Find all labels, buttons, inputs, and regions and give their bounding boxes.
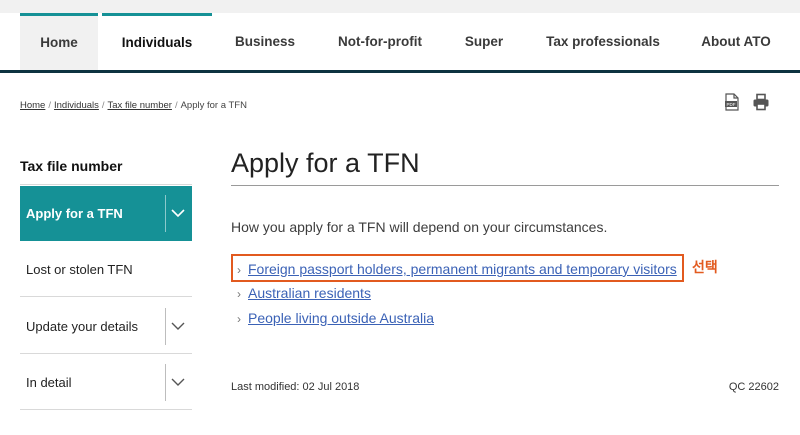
annotation-label: 선택 [692, 259, 718, 275]
link-text[interactable]: Australian residents [248, 285, 371, 301]
sidebar-item-divider [165, 364, 166, 401]
sidebar-item-lost-stolen-tfn[interactable]: Lost or stolen TFN [20, 242, 192, 297]
sidebar-item-update-details[interactable]: Update your details [20, 299, 192, 354]
print-icon[interactable] [752, 93, 770, 111]
breadcrumb-tax-file-number[interactable]: Tax file number [108, 100, 172, 111]
chevron-right-icon: › [237, 263, 241, 277]
sidebar-item-label: Apply for a TFN [26, 206, 123, 221]
breadcrumb-separator: / [48, 100, 51, 111]
nav-super[interactable]: Super [460, 13, 508, 70]
link-australian-residents[interactable]: › Australian residents [237, 285, 371, 301]
nav-not-for-profit[interactable]: Not-for-profit [333, 13, 427, 70]
nav-business[interactable]: Business [228, 13, 302, 70]
sidebar-divider [20, 184, 192, 185]
sidebar-item-divider [165, 308, 166, 345]
intro-text: How you apply for a TFN will depend on y… [231, 219, 608, 235]
link-text[interactable]: Foreign passport holders, permanent migr… [248, 261, 677, 277]
sidebar-item-label: Update your details [26, 319, 139, 334]
qc-number: QC 22602 [728, 381, 779, 393]
nav-tax-professionals[interactable]: Tax professionals [543, 13, 663, 70]
breadcrumb-separator: / [174, 100, 178, 111]
chevron-down-icon[interactable] [170, 375, 186, 389]
link-foreign-passport-holders[interactable]: › Foreign passport holders, permanent mig… [237, 261, 677, 277]
main-nav: Home Individuals Business Not-for-profit… [0, 13, 800, 70]
nav-home[interactable]: Home [20, 13, 98, 70]
sidebar-item-label: In detail [26, 375, 72, 390]
last-modified: Last modified: 02 Jul 2018 [231, 381, 360, 393]
title-divider [231, 185, 779, 186]
breadcrumb: Home / Individuals / Tax file number / Apply f… [20, 100, 247, 111]
pdf-icon[interactable]: PDF [723, 93, 741, 111]
nav-divider [0, 70, 800, 73]
breadcrumb-current: Apply for a TFN [180, 100, 247, 111]
chevron-right-icon: › [237, 287, 241, 301]
sidebar-item-apply-for-tfn[interactable]: Apply for a TFN [20, 186, 192, 241]
breadcrumb-individuals[interactable]: Individuals [54, 100, 99, 111]
sidebar-title: Tax file number [20, 158, 123, 174]
breadcrumb-home[interactable]: Home [20, 100, 45, 111]
nav-individuals[interactable]: Individuals [102, 13, 212, 70]
breadcrumb-separator: / [101, 100, 105, 111]
nav-about-ato[interactable]: About ATO [696, 13, 776, 70]
sidebar-item-divider [165, 195, 166, 232]
page-title: Apply for a TFN [231, 148, 420, 178]
top-strip [0, 0, 800, 13]
sidebar-item-label: Lost or stolen TFN [26, 262, 133, 277]
chevron-down-icon[interactable] [170, 319, 186, 333]
link-text[interactable]: People living outside Australia [248, 310, 434, 326]
chevron-right-icon: › [237, 312, 241, 326]
sidebar-item-in-detail[interactable]: In detail [20, 355, 192, 410]
link-people-outside-australia[interactable]: › People living outside Australia [237, 310, 434, 326]
svg-text:PDF: PDF [727, 102, 736, 107]
chevron-down-icon[interactable] [170, 206, 186, 220]
